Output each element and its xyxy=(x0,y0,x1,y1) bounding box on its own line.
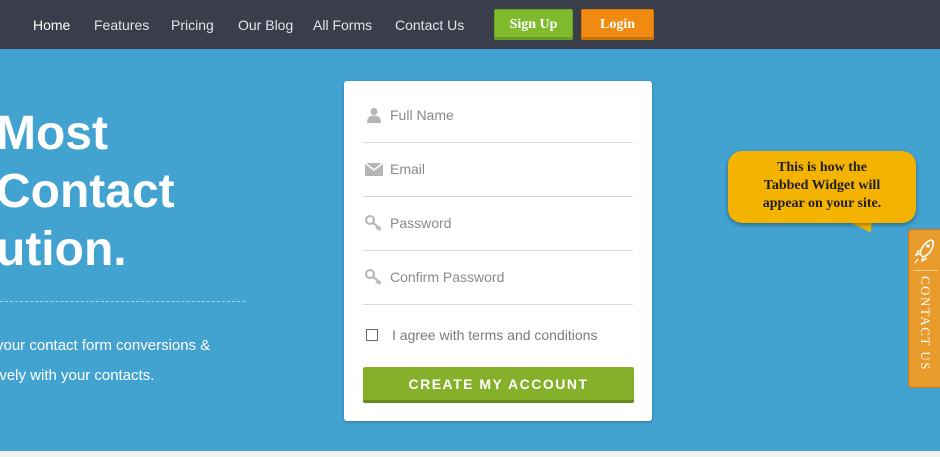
terms-checkbox[interactable] xyxy=(366,329,378,341)
hero-title-line-3: ution. xyxy=(0,223,127,276)
nav-link-features[interactable]: Features xyxy=(94,17,149,33)
create-account-button[interactable]: CREATE MY ACCOUNT xyxy=(363,367,634,403)
signup-form-card: I agree with terms and conditions CREATE… xyxy=(344,81,652,421)
top-navbar: Home Features Pricing Our Blog All Forms… xyxy=(0,0,940,49)
full-name-field xyxy=(363,88,633,143)
email-field xyxy=(363,142,633,197)
login-button[interactable]: Login xyxy=(581,9,654,40)
hero-divider xyxy=(0,301,245,302)
envelope-icon xyxy=(364,160,384,178)
key-icon xyxy=(364,214,384,232)
nav-link-our-blog[interactable]: Our Blog xyxy=(238,17,293,33)
email-input[interactable] xyxy=(390,161,620,177)
terms-row: I agree with terms and conditions xyxy=(366,327,597,343)
page-bottom-strip xyxy=(0,451,940,457)
confirm-password-input[interactable] xyxy=(390,269,620,285)
confirm-password-field xyxy=(363,250,633,305)
callout-line-1: This is how the xyxy=(777,160,867,175)
contact-us-tab-label: CONTACT US xyxy=(918,276,933,371)
callout-line-3: appear on your site. xyxy=(762,196,882,211)
hero-title-line-1: Most xyxy=(0,107,108,160)
side-tab-divider xyxy=(913,270,937,271)
nav-link-pricing[interactable]: Pricing xyxy=(171,17,214,33)
hero-description-line-2: ively with your contacts. xyxy=(0,367,155,384)
key-icon xyxy=(364,268,384,286)
contact-us-side-tab[interactable]: CONTACT US xyxy=(908,229,940,388)
password-input[interactable] xyxy=(390,215,620,231)
signup-button[interactable]: Sign Up xyxy=(494,9,573,40)
user-icon xyxy=(364,106,384,124)
callout-line-2: Tabbed Widget will xyxy=(763,178,881,193)
full-name-input[interactable] xyxy=(390,107,620,123)
rocket-icon xyxy=(913,236,937,266)
nav-link-contact-us[interactable]: Contact Us xyxy=(395,17,464,33)
callout-bubble: This is how the Tabbed Widget will appea… xyxy=(728,151,916,223)
nav-link-all-forms[interactable]: All Forms xyxy=(313,17,372,33)
nav-link-home[interactable]: Home xyxy=(33,17,70,33)
hero-title-line-2: Contact xyxy=(0,165,175,218)
hero-description-line-1: your contact form conversions & xyxy=(0,337,211,354)
password-field xyxy=(363,196,633,251)
terms-label[interactable]: I agree with terms and conditions xyxy=(392,327,597,343)
